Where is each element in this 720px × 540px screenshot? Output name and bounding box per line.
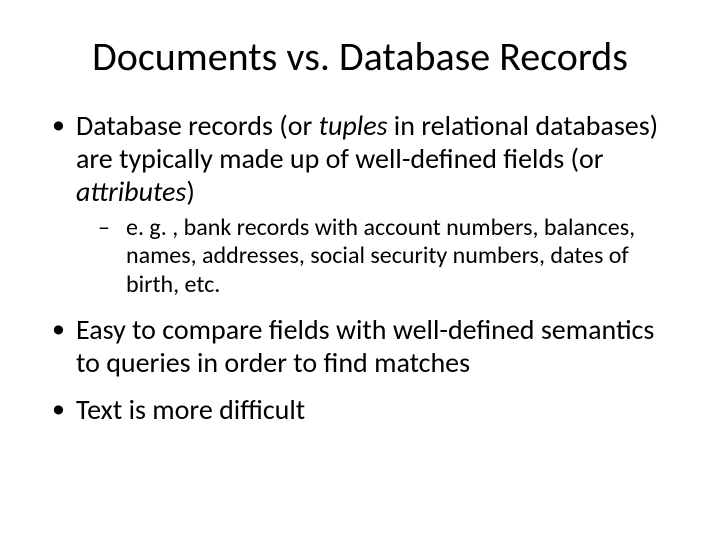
bullet-3: Text is more difficult (48, 393, 672, 426)
bullet-1-text-post: ) (186, 174, 195, 209)
bullet-1-italic-attributes: attributes (76, 174, 186, 209)
bullet-1-text-pre: Database records (or (76, 108, 319, 143)
slide-title: Documents vs. Database Records (48, 32, 672, 81)
bullet-1: Database records (or tuples in relationa… (48, 109, 672, 299)
sub-bullet-list: e. g. , bank records with account number… (76, 214, 672, 299)
sub-bullet-1: e. g. , bank records with account number… (76, 214, 672, 299)
bullet-list: Database records (or tuples in relationa… (48, 109, 672, 426)
slide: Documents vs. Database Records Database … (0, 0, 720, 540)
bullet-1-italic-tuples: tuples (319, 108, 388, 143)
bullet-2: Easy to compare fields with well-defined… (48, 313, 672, 379)
